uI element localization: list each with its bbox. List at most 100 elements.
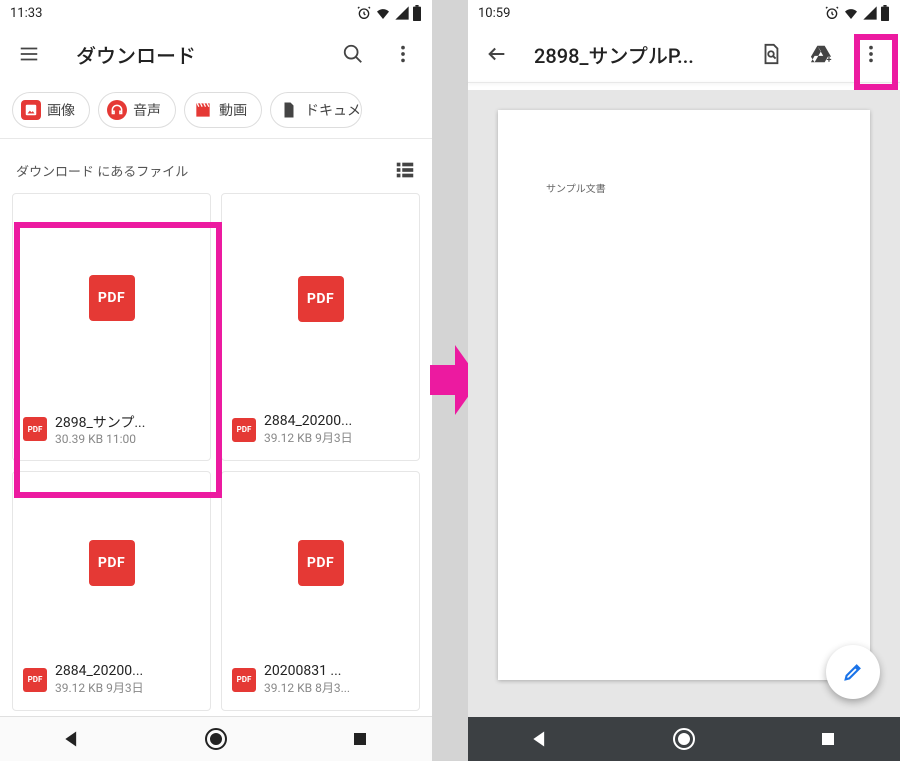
pdf-badge: PDF	[89, 540, 135, 586]
search-icon	[342, 43, 364, 65]
svg-text:+: +	[827, 55, 832, 65]
file-name: 2884_20200...	[55, 663, 200, 679]
file-tile[interactable]: PDF PDF 2884_20200... 39.12 KB 9月3日	[12, 471, 211, 711]
battery-icon	[412, 5, 422, 21]
signal-icon	[394, 5, 410, 21]
more-button[interactable]	[850, 33, 892, 75]
recent-button[interactable]	[814, 725, 842, 753]
tile-preview: PDF	[13, 472, 210, 653]
chip-audio[interactable]: 音声	[98, 92, 176, 128]
file-meta: 30.39 KB 11:00	[55, 432, 200, 446]
app-bar: ダウンロード	[0, 26, 432, 82]
menu-button[interactable]	[8, 33, 50, 75]
pdf-badge: PDF	[298, 276, 344, 322]
document-icon	[280, 101, 298, 119]
alarm-icon	[824, 5, 840, 21]
nav-home-icon	[204, 727, 228, 751]
filter-chips: 画像 音声 動画 ドキュメ	[0, 82, 432, 138]
list-view-icon	[394, 159, 416, 181]
section-label: ダウンロード にあるファイル	[16, 161, 188, 180]
pdf-badge-sm: PDF	[23, 668, 47, 692]
find-button[interactable]	[750, 33, 792, 75]
file-meta: 39.12 KB 9月3日	[264, 429, 409, 446]
clapboard-icon	[193, 100, 213, 120]
status-icons	[356, 5, 422, 21]
home-button[interactable]	[202, 725, 230, 753]
back-button[interactable]	[526, 725, 554, 753]
search-button[interactable]	[332, 33, 374, 75]
file-meta: 39.12 KB 8月3...	[264, 679, 409, 696]
back-button[interactable]	[476, 33, 518, 75]
doc-content: サンプル文書	[546, 184, 606, 195]
page-title: ダウンロード	[76, 40, 324, 69]
hamburger-icon	[18, 43, 40, 65]
tile-preview: PDF	[222, 472, 419, 653]
tile-meta: PDF 2898_サンプ... 30.39 KB 11:00	[13, 402, 210, 460]
phone-left: 11:33 ダウンロード 画像 音声	[0, 0, 432, 761]
image-icon	[24, 103, 38, 117]
chip-document[interactable]: ドキュメ	[270, 92, 362, 128]
nav-bar	[0, 717, 432, 761]
doc-title: 2898_サンプルP...	[534, 40, 742, 69]
more-vert-icon	[860, 43, 882, 65]
status-bar: 10:59	[468, 0, 900, 26]
nav-recent-icon	[351, 730, 369, 748]
pdf-badge: PDF	[298, 540, 344, 586]
nav-back-icon	[62, 729, 82, 749]
wifi-icon	[374, 5, 392, 21]
chip-label: 音声	[133, 100, 161, 120]
home-button[interactable]	[670, 725, 698, 753]
chip-label: 画像	[47, 100, 75, 120]
status-time: 11:33	[10, 6, 42, 21]
nav-bar	[468, 717, 900, 761]
file-tile[interactable]: PDF PDF 2898_サンプ... 30.39 KB 11:00	[12, 193, 211, 461]
more-vert-icon	[392, 43, 414, 65]
app-bar: 2898_サンプルP... +	[468, 26, 900, 82]
drive-add-icon: +	[810, 43, 832, 65]
pdf-badge: PDF	[89, 275, 135, 321]
status-time: 10:59	[478, 6, 510, 21]
tile-preview: PDF	[222, 194, 419, 403]
headphones-icon	[110, 103, 124, 117]
pdf-viewer[interactable]: サンプル文書	[468, 90, 900, 717]
arrow-back-icon	[486, 43, 508, 65]
divider	[468, 82, 900, 83]
pdf-badge-sm: PDF	[23, 417, 47, 441]
file-meta: 39.12 KB 9月3日	[55, 679, 200, 696]
tile-meta: PDF 20200831 ... 39.12 KB 8月3...	[222, 653, 419, 710]
battery-icon	[880, 5, 890, 21]
pdf-badge-sm: PDF	[232, 668, 256, 692]
chip-label: 動画	[219, 100, 247, 120]
tile-meta: PDF 2884_20200... 39.12 KB 9月3日	[222, 403, 419, 460]
file-grid: PDF PDF 2898_サンプ... 30.39 KB 11:00 PDF P…	[0, 193, 432, 711]
pencil-icon	[842, 661, 864, 683]
alarm-icon	[356, 5, 372, 21]
status-bar: 11:33	[0, 0, 432, 26]
chip-label: ドキュメ	[305, 100, 361, 120]
view-toggle-button[interactable]	[394, 159, 416, 181]
status-icons	[824, 5, 890, 21]
file-tile[interactable]: PDF PDF 20200831 ... 39.12 KB 8月3...	[221, 471, 420, 711]
pdf-page: サンプル文書	[498, 110, 870, 680]
nav-back-icon	[530, 729, 550, 749]
chip-video[interactable]: 動画	[184, 92, 262, 128]
tile-preview: PDF	[13, 194, 210, 402]
nav-recent-icon	[819, 730, 837, 748]
wifi-icon	[842, 5, 860, 21]
file-name: 2898_サンプ...	[55, 412, 200, 432]
section-header: ダウンロード にあるファイル	[0, 139, 432, 193]
signal-icon	[862, 5, 878, 21]
nav-home-icon	[672, 727, 696, 751]
pdf-badge-sm: PDF	[232, 418, 256, 442]
chip-image[interactable]: 画像	[12, 92, 90, 128]
file-name: 20200831 ...	[264, 663, 409, 679]
file-tile[interactable]: PDF PDF 2884_20200... 39.12 KB 9月3日	[221, 193, 420, 461]
file-name: 2884_20200...	[264, 413, 409, 429]
edit-fab[interactable]	[826, 645, 880, 699]
more-button[interactable]	[382, 33, 424, 75]
back-button[interactable]	[58, 725, 86, 753]
recent-button[interactable]	[346, 725, 374, 753]
find-in-page-icon	[760, 43, 782, 65]
drive-button[interactable]: +	[800, 33, 842, 75]
phone-right: 10:59 2898_サンプルP... + サンプル文書	[468, 0, 900, 761]
